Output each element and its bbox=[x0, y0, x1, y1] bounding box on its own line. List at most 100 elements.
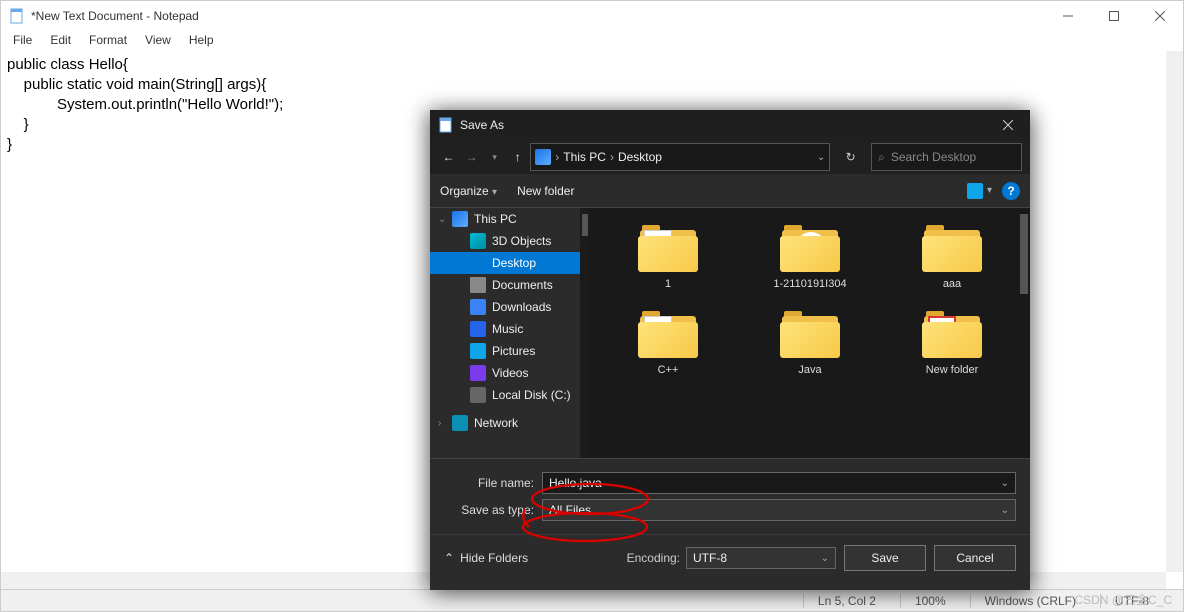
notepad-menubar: File Edit Format View Help bbox=[1, 31, 1183, 51]
files-scrollbar[interactable] bbox=[1018, 208, 1030, 458]
folder-label: 1-2110191I304 bbox=[773, 278, 846, 290]
help-icon: ? bbox=[1002, 182, 1020, 200]
menu-help[interactable]: Help bbox=[181, 31, 222, 51]
cube-icon bbox=[470, 233, 486, 249]
savetype-value: All Files bbox=[549, 503, 591, 517]
notepad-title: *New Text Document - Notepad bbox=[31, 9, 199, 23]
chevron-down-icon: ▾ bbox=[492, 187, 497, 198]
dialog-titlebar: Save As bbox=[430, 110, 1030, 140]
nav-up-button[interactable]: ↑ bbox=[507, 145, 528, 169]
picture-icon bbox=[470, 343, 486, 359]
menu-format[interactable]: Format bbox=[81, 31, 135, 51]
dialog-footer: ⌃Hide Folders Encoding: UTF-8 ⌄ Save Can… bbox=[430, 534, 1030, 581]
folder-item[interactable]: C++ bbox=[600, 304, 736, 380]
disk-icon bbox=[470, 387, 486, 403]
tree-item-music[interactable]: Music bbox=[430, 318, 590, 340]
dialog-form: File name: Hello.java ⌄ Save as type: Al… bbox=[430, 458, 1030, 534]
notepad-app-icon bbox=[9, 8, 25, 24]
dialog-close-button[interactable] bbox=[986, 110, 1030, 140]
dialog-navbar: ← → ▾ ↑ › This PC › Desktop ⌄ ↻ ⌕ Search… bbox=[430, 140, 1030, 174]
chevron-down-icon[interactable]: ⌄ bbox=[438, 214, 446, 225]
tree-item-thispc[interactable]: ⌄This PC bbox=[430, 208, 590, 230]
save-as-dialog: Save As ← → ▾ ↑ › This PC › Desktop ⌄ ↻ … bbox=[430, 110, 1030, 590]
folder-label: 1 bbox=[665, 278, 671, 290]
folder-tree[interactable]: ⌄This PC 3D Objects Desktop Documents Do… bbox=[430, 208, 590, 458]
chevron-up-icon: ⌃ bbox=[444, 551, 454, 565]
chevron-right-icon: › bbox=[610, 150, 614, 164]
view-options-button[interactable]: ▾ bbox=[967, 183, 992, 199]
watermark: CSDN @三金C_C bbox=[1074, 591, 1172, 608]
search-icon: ⌕ bbox=[878, 150, 885, 165]
status-cursor-pos: Ln 5, Col 2 bbox=[803, 594, 890, 608]
chevron-down-icon[interactable]: ⌄ bbox=[1001, 505, 1009, 516]
cancel-button[interactable]: Cancel bbox=[934, 545, 1016, 571]
pc-icon bbox=[535, 149, 551, 165]
chevron-down-icon[interactable]: ⌄ bbox=[1001, 478, 1009, 489]
download-icon bbox=[470, 299, 486, 315]
dialog-toolbar: Organize ▾ New folder ▾ ? bbox=[430, 174, 1030, 208]
video-icon bbox=[470, 365, 486, 381]
chevron-right-icon: › bbox=[555, 150, 559, 164]
folder-item[interactable]: Java bbox=[742, 304, 878, 380]
menu-view[interactable]: View bbox=[137, 31, 179, 51]
nav-forward-button[interactable]: → bbox=[461, 145, 482, 169]
savetype-label: Save as type: bbox=[444, 503, 534, 517]
music-icon bbox=[470, 321, 486, 337]
tree-item-desktop[interactable]: Desktop bbox=[430, 252, 590, 274]
tree-item-videos[interactable]: Videos bbox=[430, 362, 590, 384]
status-zoom: 100% bbox=[900, 594, 960, 608]
folder-label: aaa bbox=[943, 278, 961, 290]
organize-button[interactable]: Organize ▾ bbox=[440, 184, 497, 198]
minimize-button[interactable] bbox=[1045, 1, 1091, 31]
encoding-label: Encoding: bbox=[627, 551, 680, 565]
chevron-down-icon: ▾ bbox=[987, 185, 992, 196]
chevron-down-icon[interactable]: ⌄ bbox=[817, 152, 825, 163]
breadcrumb[interactable]: › This PC › Desktop ⌄ bbox=[530, 143, 830, 171]
filename-input[interactable]: Hello.java ⌄ bbox=[542, 472, 1016, 494]
filename-value: Hello.java bbox=[549, 476, 602, 490]
tree-item-documents[interactable]: Documents bbox=[430, 274, 590, 296]
status-eol: Windows (CRLF) bbox=[970, 594, 1090, 608]
save-button[interactable]: Save bbox=[844, 545, 926, 571]
tree-scrollbar[interactable] bbox=[580, 208, 590, 458]
file-view[interactable]: 1 1-2110191I304 aaa C++ bbox=[590, 208, 1030, 458]
tree-item-pictures[interactable]: Pictures bbox=[430, 340, 590, 362]
breadcrumb-desktop[interactable]: Desktop bbox=[618, 150, 662, 164]
new-folder-button[interactable]: New folder bbox=[517, 184, 574, 198]
tree-item-3d[interactable]: 3D Objects bbox=[430, 230, 590, 252]
nav-refresh-button[interactable]: ↻ bbox=[838, 143, 863, 171]
search-input[interactable]: ⌕ Search Desktop bbox=[871, 143, 1022, 171]
document-icon bbox=[470, 277, 486, 293]
folder-label: C++ bbox=[658, 364, 679, 376]
notepad-statusbar: Ln 5, Col 2 100% Windows (CRLF) UTF-8 bbox=[1, 589, 1183, 611]
folder-item[interactable]: aaa bbox=[884, 218, 1020, 294]
close-button[interactable] bbox=[1137, 1, 1183, 31]
filename-label: File name: bbox=[444, 476, 534, 490]
breadcrumb-thispc[interactable]: This PC bbox=[563, 150, 606, 164]
folder-item[interactable]: New folder bbox=[884, 304, 1020, 380]
folder-item[interactable]: 1 bbox=[600, 218, 736, 294]
hide-folders-button[interactable]: ⌃Hide Folders bbox=[444, 551, 528, 565]
pc-icon bbox=[452, 211, 468, 227]
tree-item-downloads[interactable]: Downloads bbox=[430, 296, 590, 318]
menu-file[interactable]: File bbox=[5, 31, 40, 51]
folder-label: Java bbox=[798, 364, 821, 376]
help-button[interactable]: ? bbox=[1002, 182, 1020, 200]
tree-item-network[interactable]: ›Network bbox=[430, 412, 590, 434]
folder-item[interactable]: 1-2110191I304 bbox=[742, 218, 878, 294]
vertical-scrollbar[interactable] bbox=[1166, 51, 1183, 572]
folder-label: New folder bbox=[926, 364, 979, 376]
network-icon bbox=[452, 415, 468, 431]
savetype-select[interactable]: All Files ⌄ bbox=[542, 499, 1016, 521]
nav-recent-button[interactable]: ▾ bbox=[484, 145, 505, 169]
chevron-right-icon[interactable]: › bbox=[438, 418, 441, 429]
encoding-select[interactable]: UTF-8 ⌄ bbox=[686, 547, 836, 569]
menu-edit[interactable]: Edit bbox=[42, 31, 79, 51]
desktop-icon bbox=[470, 255, 486, 271]
tree-item-localdisk[interactable]: Local Disk (C:) bbox=[430, 384, 590, 406]
nav-back-button[interactable]: ← bbox=[438, 145, 459, 169]
chevron-down-icon[interactable]: ⌄ bbox=[821, 553, 829, 564]
maximize-button[interactable] bbox=[1091, 1, 1137, 31]
dialog-title: Save As bbox=[460, 118, 504, 132]
picture-icon bbox=[967, 183, 983, 199]
